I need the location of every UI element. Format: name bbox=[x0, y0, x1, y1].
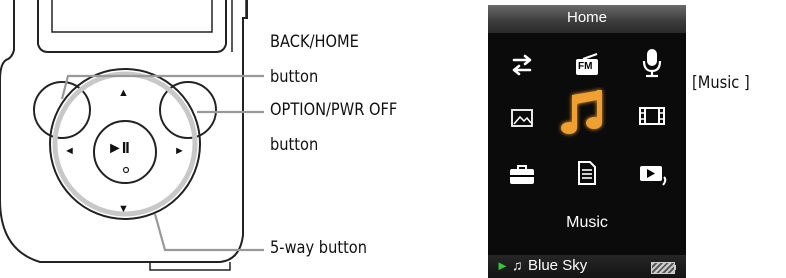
play-status-icon: ► bbox=[496, 258, 509, 273]
selected-item-label: Music bbox=[566, 214, 608, 231]
arrow-right-icon: ► bbox=[174, 145, 185, 157]
arrow-up-icon: ▲ bbox=[118, 87, 129, 99]
play-pause-icon: ►II bbox=[107, 140, 130, 157]
arrow-left-icon: ◄ bbox=[64, 145, 75, 157]
fm-radio-icon[interactable]: FM bbox=[567, 45, 607, 85]
video-film-icon[interactable] bbox=[632, 96, 672, 136]
arrow-down-icon: ▼ bbox=[118, 203, 129, 215]
settings-toolbox-icon[interactable] bbox=[502, 155, 542, 195]
photo-icon[interactable] bbox=[502, 98, 542, 138]
music-note-icon[interactable] bbox=[556, 85, 612, 143]
now-playing-icon[interactable] bbox=[634, 155, 674, 195]
battery-icon bbox=[651, 262, 675, 274]
screen-header-title: Home bbox=[488, 5, 686, 33]
now-playing-status-bar: ► ♫ Blue Sky bbox=[488, 255, 686, 278]
option-pwr-off-label: OPTION/PWR OFF button bbox=[270, 100, 398, 155]
microphone-icon[interactable] bbox=[632, 43, 672, 83]
track-title: Blue Sky bbox=[528, 257, 588, 274]
repeat-icon[interactable] bbox=[502, 45, 542, 85]
podcast-document-icon[interactable] bbox=[567, 153, 607, 193]
fm-radio-label: FM bbox=[578, 61, 593, 72]
five-way-label: 5-way button bbox=[270, 238, 368, 258]
music-callout-label: [Music ] bbox=[692, 73, 750, 93]
music-note-small-icon: ♫ bbox=[512, 257, 523, 273]
player-screen: Home FM Music ► ♫ Blue Sky bbox=[488, 5, 686, 278]
back-home-label: BACK/HOME button bbox=[270, 32, 359, 87]
device-screen-frame bbox=[37, 0, 227, 53]
